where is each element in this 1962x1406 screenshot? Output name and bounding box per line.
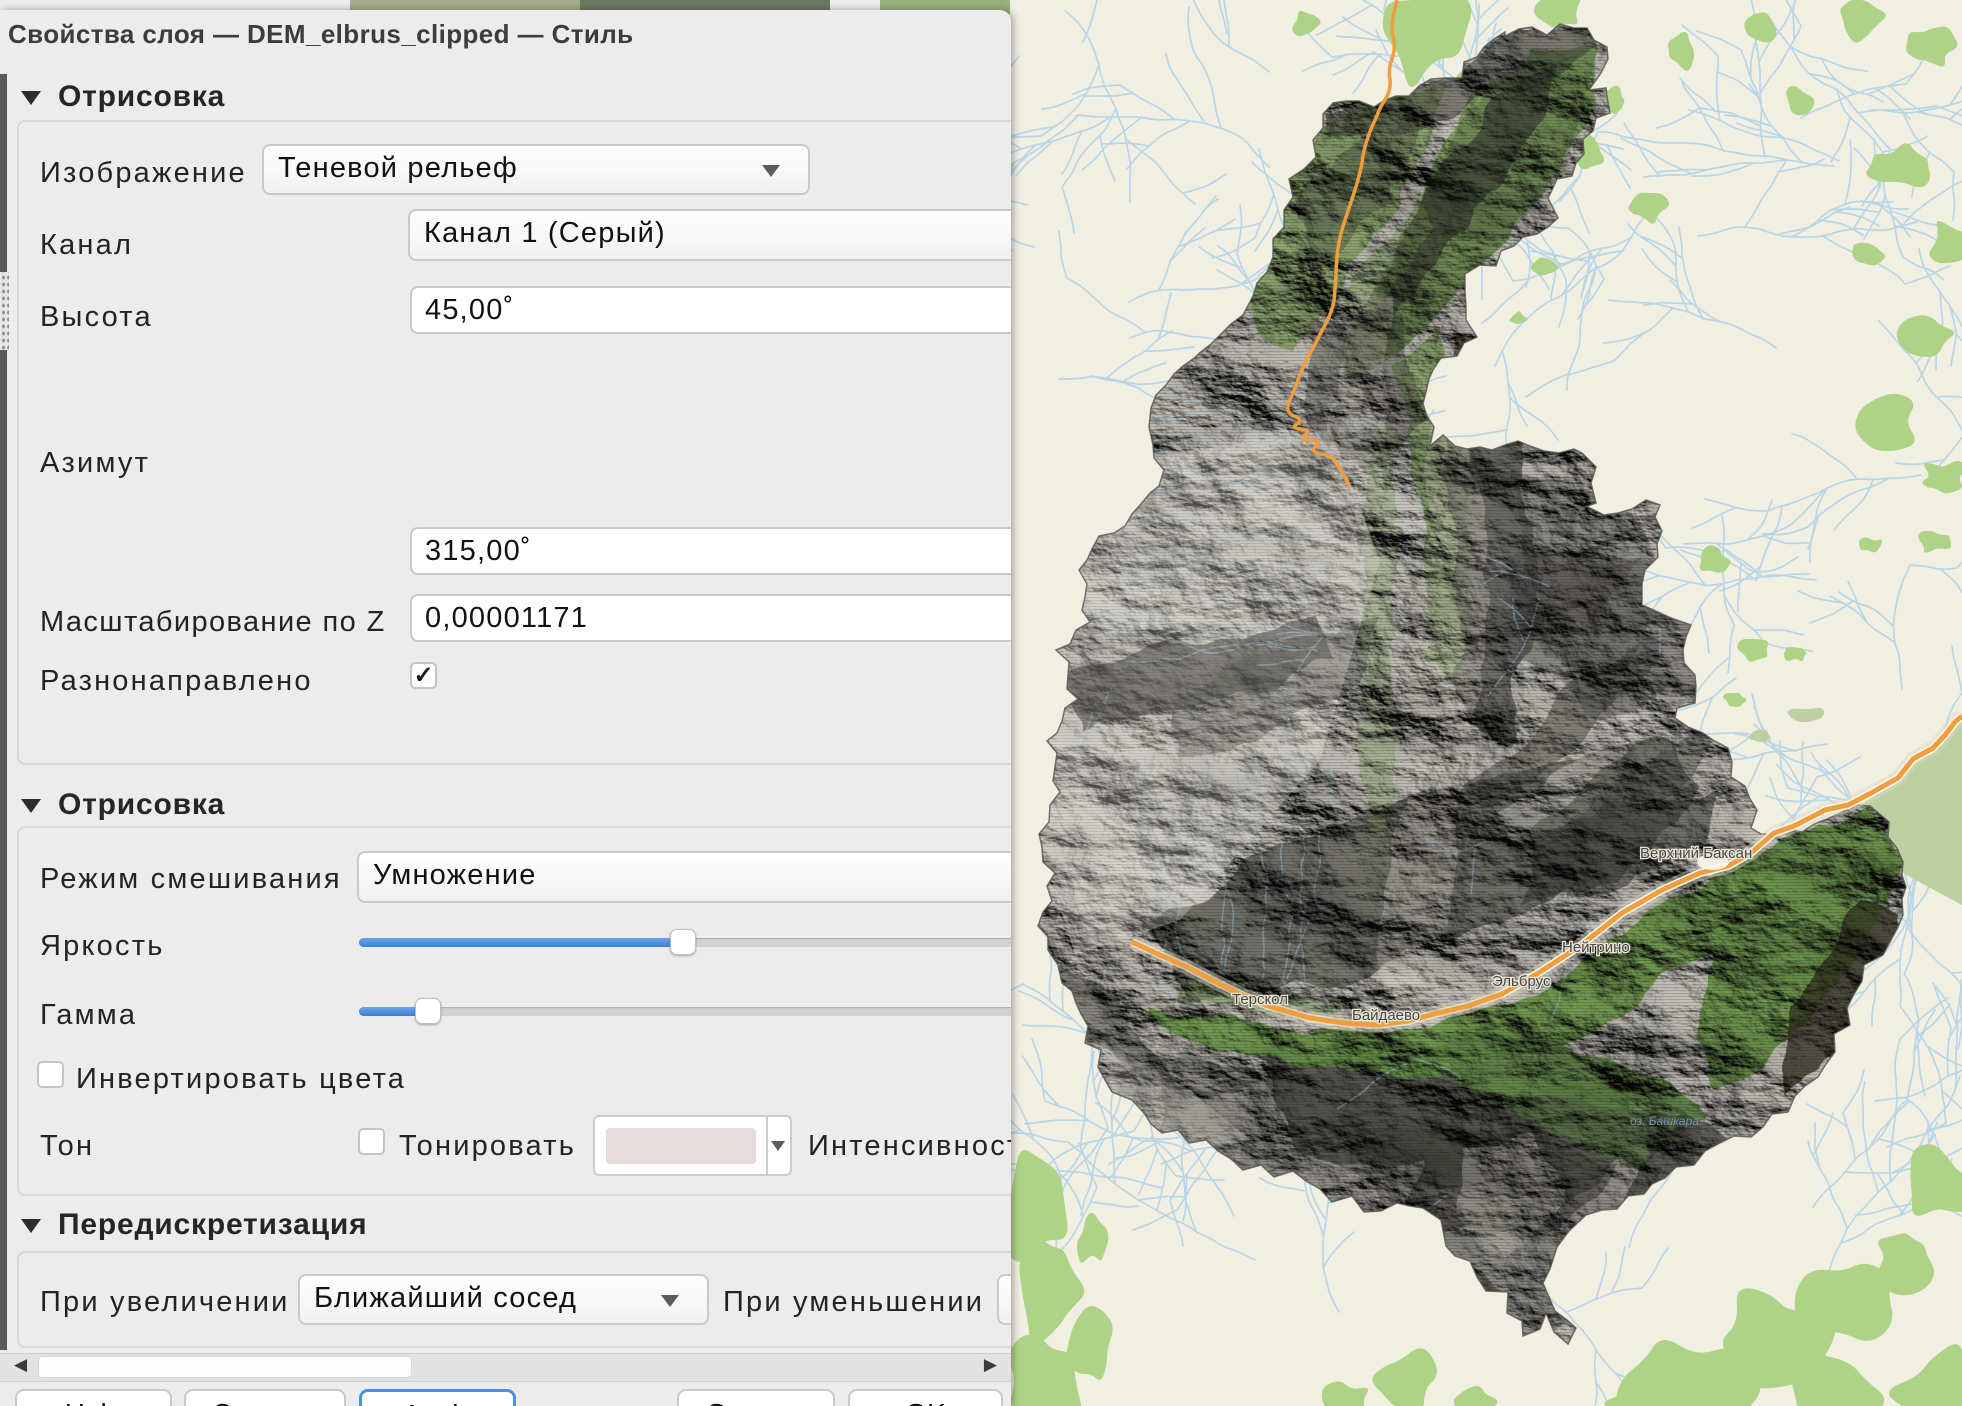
svg-text:Байдаево: Байдаево: [1352, 1007, 1420, 1024]
svg-text:Нейтрино: Нейтрино: [1562, 939, 1630, 956]
svg-text:Верхний Баксан: Верхний Баксан: [1640, 845, 1752, 862]
svg-text:оз. Башкара: оз. Башкара: [1630, 1114, 1699, 1128]
svg-text:Терскол: Терскол: [1232, 991, 1288, 1008]
svg-text:Эльбрус: Эльбрус: [1492, 973, 1551, 990]
